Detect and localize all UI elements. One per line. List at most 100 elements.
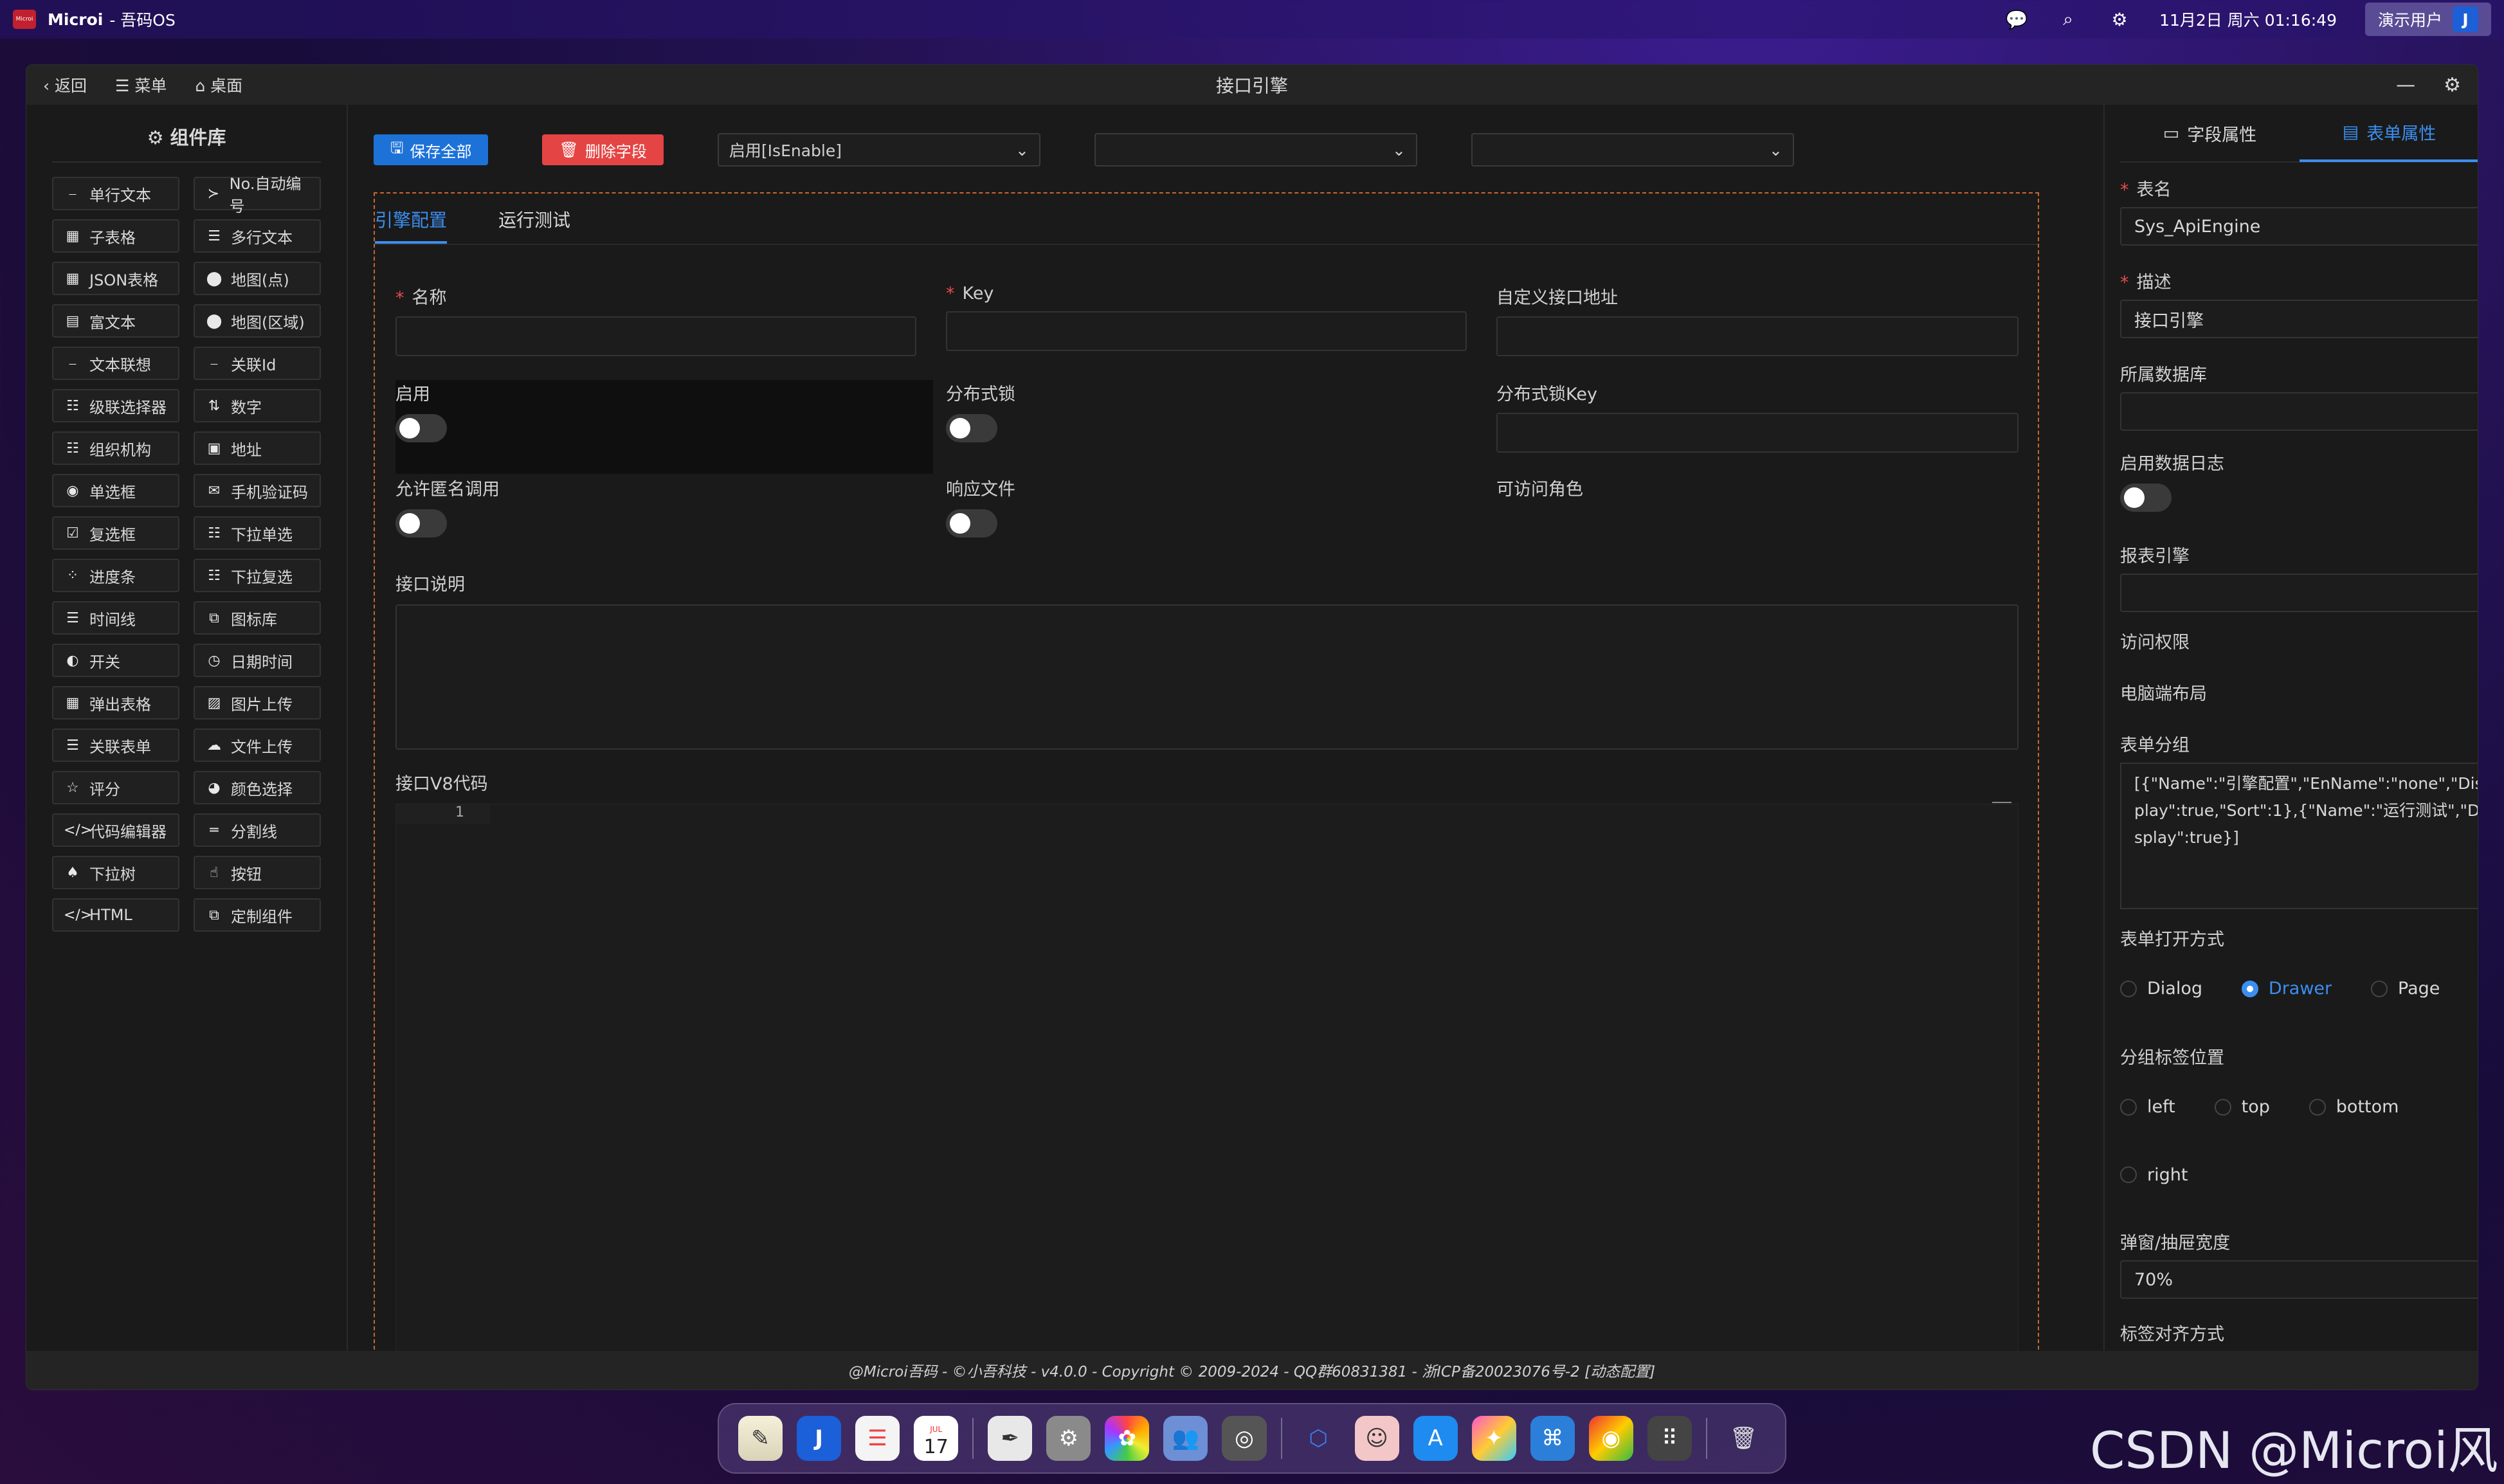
component-item[interactable]: ▦ 子表格: [52, 219, 179, 253]
settings-icon[interactable]: ⚙: [1046, 1416, 1091, 1461]
search-icon[interactable]: ⌕: [2056, 8, 2080, 31]
cube-icon[interactable]: ⬡: [1296, 1416, 1341, 1461]
component-item[interactable]: ◷ 日期时间: [194, 644, 321, 677]
contacts-icon[interactable]: 👥: [1163, 1416, 1208, 1461]
open-mode-page[interactable]: Page: [2371, 979, 2440, 999]
component-item[interactable]: ☷ 下拉复选: [194, 559, 321, 592]
field-dist-lock-key[interactable]: 分布式锁Key: [1496, 380, 2019, 453]
component-item[interactable]: ☝ 按钮: [194, 856, 321, 889]
field-v8-code[interactable]: 接口V8代码 1: [395, 770, 2019, 1357]
anonymous-toggle[interactable]: [395, 509, 447, 538]
dist-lock-toggle[interactable]: [946, 414, 997, 442]
description-textarea[interactable]: [395, 604, 2019, 750]
tab-position-top[interactable]: top: [2214, 1097, 2270, 1117]
component-item[interactable]: ▣ 地址: [194, 431, 321, 465]
prop-pc-layout[interactable]: 电脑端布局: [2120, 680, 2478, 705]
database-select[interactable]: ⌄: [2120, 392, 2478, 431]
field-name[interactable]: * 名称: [395, 284, 916, 356]
tab-position-bottom[interactable]: bottom: [2309, 1097, 2399, 1117]
code-editor[interactable]: 1: [395, 802, 2019, 1357]
menu-button[interactable]: ☰ 菜单: [115, 73, 167, 96]
gear-icon[interactable]: ⚙: [2444, 74, 2461, 96]
tab-position-right[interactable]: right: [2120, 1165, 2188, 1185]
delete-field-button[interactable]: 🗑 删除字段: [542, 134, 664, 165]
minimize-icon[interactable]: —: [2396, 74, 2415, 96]
app-logo[interactable]: Microi: [13, 10, 36, 29]
component-item[interactable]: ⧉ 图标库: [194, 601, 321, 635]
user-menu[interactable]: 演示用户 J: [2364, 3, 2491, 36]
network-icon[interactable]: ⌘: [1530, 1416, 1575, 1461]
design-icon[interactable]: ✦: [1471, 1416, 1516, 1461]
secondary-select[interactable]: ⌄: [1094, 133, 1417, 167]
component-item[interactable]: </> 代码编辑器: [52, 813, 179, 847]
microi-icon[interactable]: J: [797, 1416, 842, 1461]
component-item[interactable]: ✉ 手机验证码: [194, 474, 321, 507]
tab-form-properties[interactable]: ▤ 表单属性: [2300, 104, 2478, 162]
code-minimap-scrollbar[interactable]: [1992, 802, 2011, 803]
launchpad-icon[interactable]: ⠿: [1647, 1416, 1692, 1461]
appstore-icon[interactable]: A: [1413, 1416, 1458, 1461]
component-item[interactable]: ☰ 时间线: [52, 601, 179, 635]
component-item[interactable]: ⎯ 单行文本: [52, 177, 179, 210]
component-item[interactable]: ☷ 级联选择器: [52, 389, 179, 422]
field-anonymous[interactable]: 允许匿名调用: [395, 475, 916, 538]
component-item[interactable]: ⬤ 地图(点): [194, 262, 321, 295]
component-item[interactable]: ▦ 弹出表格: [52, 686, 179, 719]
field-roles[interactable]: 可访问角色: [1496, 475, 2019, 500]
name-input[interactable]: [395, 316, 916, 356]
component-item[interactable]: ≻ No.自动编号: [194, 175, 321, 215]
tertiary-select[interactable]: ⌄: [1471, 133, 1794, 167]
field-enable[interactable]: 启用: [395, 380, 933, 474]
dist-lock-key-input[interactable]: [1496, 413, 2019, 453]
field-response-file[interactable]: 响应文件: [946, 475, 1467, 538]
save-all-button[interactable]: 🖫 保存全部: [374, 134, 489, 165]
data-log-toggle[interactable]: [2120, 484, 2172, 512]
popup-width-input[interactable]: 70%: [2120, 1260, 2478, 1299]
form-group-textarea[interactable]: [{"Name":"引擎配置","EnName":"none","Display…: [2120, 763, 2478, 909]
reminders-icon[interactable]: ☰: [855, 1416, 900, 1461]
avatar-icon[interactable]: ☺: [1354, 1416, 1399, 1461]
component-item[interactable]: ═ 分割线: [194, 813, 321, 847]
enable-toggle[interactable]: [395, 414, 447, 442]
system-prefs-icon[interactable]: ◎: [1222, 1416, 1267, 1461]
component-item[interactable]: ☷ 组织机构: [52, 431, 179, 465]
calendar-icon[interactable]: JUL 17: [914, 1416, 959, 1461]
field-dist-lock[interactable]: 分布式锁: [946, 380, 1467, 442]
component-item[interactable]: </> HTML: [52, 898, 179, 932]
component-item[interactable]: ⎯ 关联Id: [194, 347, 321, 380]
field-description[interactable]: 接口说明: [395, 570, 2019, 750]
component-item[interactable]: ▨ 图片上传: [194, 686, 321, 719]
notes-icon[interactable]: ✎: [738, 1416, 783, 1461]
component-item[interactable]: ☰ 关联表单: [52, 728, 179, 762]
photos-icon[interactable]: ✿: [1105, 1416, 1150, 1461]
open-mode-dialog[interactable]: Dialog: [2120, 979, 2202, 999]
tab-field-properties[interactable]: ▭ 字段属性: [2120, 104, 2300, 162]
component-item[interactable]: ⬤ 地图(区域): [194, 304, 321, 338]
trash-icon[interactable]: 🗑: [1721, 1416, 1766, 1461]
component-item[interactable]: ☆ 评分: [52, 771, 179, 804]
open-mode-drawer[interactable]: Drawer: [2241, 979, 2332, 999]
component-item[interactable]: ▤ 富文本: [52, 304, 179, 338]
component-item[interactable]: ⇅ 数字: [194, 389, 321, 422]
chrome-icon[interactable]: ◉: [1588, 1416, 1633, 1461]
component-item[interactable]: ⁘ 进度条: [52, 559, 179, 592]
component-item[interactable]: ◉ 单选框: [52, 474, 179, 507]
component-item[interactable]: ☰ 多行文本: [194, 219, 321, 253]
field-custom-url[interactable]: 自定义接口地址: [1496, 284, 2019, 356]
tab-engine-config[interactable]: 引擎配置: [375, 206, 448, 244]
prop-access[interactable]: 访问权限: [2120, 628, 2478, 653]
component-item[interactable]: ◕ 颜色选择: [194, 771, 321, 804]
textedit-icon[interactable]: ✒: [988, 1416, 1033, 1461]
component-item[interactable]: ⎯ 文本联想: [52, 347, 179, 380]
component-item[interactable]: ☑ 复选框: [52, 516, 179, 550]
component-item[interactable]: ☁ 文件上传: [194, 728, 321, 762]
component-item[interactable]: ♠ 下拉树: [52, 856, 179, 889]
response-file-toggle[interactable]: [946, 509, 997, 538]
component-item[interactable]: ⧉ 定制组件: [194, 898, 321, 932]
component-item[interactable]: ◐ 开关: [52, 644, 179, 677]
table-name-input[interactable]: Sys_ApiEngine: [2120, 207, 2478, 246]
report-engine-select[interactable]: ⌄: [2120, 574, 2478, 612]
tab-run-test[interactable]: 运行测试: [498, 206, 570, 244]
back-button[interactable]: ‹ 返回: [43, 73, 87, 96]
field-key[interactable]: * Key: [946, 284, 1467, 351]
